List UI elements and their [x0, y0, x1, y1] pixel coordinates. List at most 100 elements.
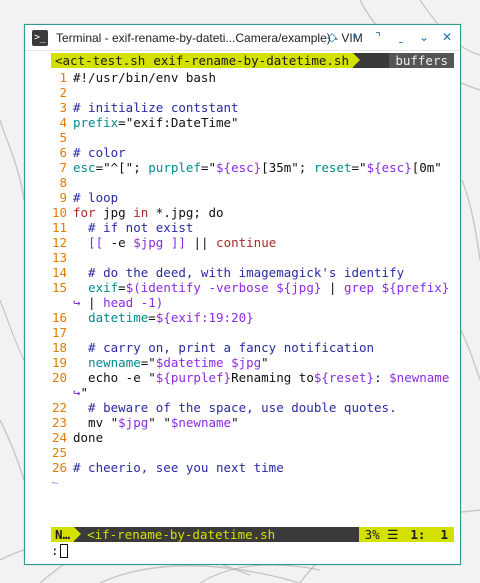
code-line: 22 # beware of the space, use double quo…: [51, 400, 454, 415]
window-controls: ◇ • ⌝ ˍ ⌄ ✕: [325, 30, 454, 44]
code-token: # do the deed, with imagemagick's identi…: [73, 265, 405, 280]
code-token: # loop: [73, 190, 119, 205]
code-token: ="^[";: [95, 160, 149, 175]
line-number: 26: [51, 460, 67, 475]
line-number: 14: [51, 265, 67, 280]
code-token: "exif:DateTime": [125, 115, 239, 130]
title-bar[interactable]: >_ Terminal - exif-rename-by-dateti...Ca…: [25, 25, 460, 51]
line-number: 11: [51, 220, 67, 235]
code-token: " ": [148, 415, 171, 430]
wrapped-code-line: ↪ ": [51, 385, 454, 400]
window-title: Terminal - exif-rename-by-dateti...Camer…: [56, 30, 363, 45]
code-token: $jpg: [118, 415, 149, 430]
code-token: =: [118, 280, 126, 295]
code-token: =: [148, 310, 156, 325]
code-token: |: [321, 280, 344, 295]
code-token: newname: [88, 355, 141, 370]
line-number: 17: [51, 325, 67, 340]
code-text: mv "$jpg" "$newname": [73, 415, 239, 430]
line-number: 9: [59, 190, 67, 205]
statusline-position: 1: 1: [404, 527, 454, 542]
line-number: 10: [51, 205, 67, 220]
code-line: 3 # initialize contstant: [51, 100, 454, 115]
code-line: 11 # if not exist: [51, 220, 454, 235]
mode-indicator: N…: [51, 527, 75, 542]
code-token: =: [118, 115, 126, 130]
dot-icon[interactable]: •: [348, 30, 362, 44]
line-number: 22: [51, 400, 67, 415]
code-token: ||: [185, 235, 217, 250]
code-text: #!/usr/bin/env bash: [73, 70, 216, 85]
line-number: 15: [51, 280, 67, 295]
maximize-icon[interactable]: ⌝: [371, 30, 385, 44]
code-line: 13: [51, 250, 454, 265]
diamond-icon[interactable]: ◇: [325, 30, 339, 44]
line-number: 5: [59, 130, 67, 145]
code-line: 2: [51, 85, 454, 100]
line-number: 2: [59, 85, 67, 100]
code-token: # carry on, print a fancy notification: [73, 340, 375, 355]
tab-act-test[interactable]: <act-test.sh: [51, 53, 150, 68]
line-number: 3: [59, 100, 67, 115]
code-token: ${esc}: [216, 160, 262, 175]
code-line: 14 # do the deed, with imagemagick's ide…: [51, 265, 454, 280]
code-token: [[: [88, 235, 104, 250]
minimize-icon[interactable]: ˍ: [394, 30, 408, 44]
code-text: echo -e "${purplef}Renaming to${reset}: …: [73, 370, 449, 385]
tab-exif-rename[interactable]: exif-rename-by-datetime.sh: [149, 53, 353, 68]
code-text: # initialize contstant: [73, 100, 239, 115]
command-line[interactable]: :: [51, 543, 68, 558]
vim-tabline: <act-test.sh exif-rename-by-datetime.sh …: [51, 53, 454, 68]
wrap-indicator-icon: ↪: [73, 295, 81, 310]
terminal-app-icon: >_: [32, 29, 48, 46]
code-token: $(identify -verbose ${jpg}: [125, 280, 322, 295]
code-token: # cheerio, see you next time: [73, 460, 284, 475]
code-token: mv ": [73, 415, 119, 430]
statusline-percent: 3% ☰: [358, 527, 405, 542]
code-token: done: [73, 430, 104, 445]
code-token: jpg: [95, 205, 134, 220]
code-line: 20 echo -e "${purplef}Renaming to${reset…: [51, 370, 454, 385]
editor-buffer[interactable]: 1 #!/usr/bin/env bash 2 3 # initialize conts…: [51, 70, 454, 506]
wrap-indicator-icon: ↪: [73, 385, 81, 400]
code-token: esc: [73, 160, 96, 175]
line-number: 4: [59, 115, 67, 130]
code-token: :: [374, 370, 390, 385]
code-text: # cheerio, see you next time: [73, 460, 284, 475]
code-token: ": [231, 415, 239, 430]
tab-separator: [352, 53, 360, 67]
code-token: # color: [73, 145, 126, 160]
code-token: |: [80, 295, 104, 310]
code-token: ${reset}: [313, 370, 375, 385]
code-text: # carry on, print a fancy notification: [73, 340, 374, 355]
chevron-down-icon[interactable]: ⌄: [417, 30, 431, 44]
code-line: 18 # carry on, print a fancy notificatio…: [51, 340, 454, 355]
vim-statusline: N… <if-rename-by-datetime.sh 3% ☰ 1: 1: [51, 527, 454, 542]
close-icon[interactable]: ✕: [440, 30, 454, 44]
code-text: datetime=${exif:19:20}: [73, 310, 254, 325]
code-text: for jpg in *.jpg; do: [73, 205, 224, 220]
tilde-marker: ~: [51, 475, 59, 490]
code-line: 17: [51, 325, 454, 340]
code-token: grep ${prefix}: [343, 280, 450, 295]
line-number: [51, 295, 73, 310]
line-number: 20: [51, 370, 67, 385]
code-token: $newname: [389, 370, 450, 385]
statusline-filename: <if-rename-by-datetime.sh: [87, 527, 276, 542]
code-token: $newname: [170, 415, 232, 430]
code-token: =": [140, 355, 156, 370]
code-token: ${exif:19:20}: [155, 310, 254, 325]
code-text: prefix="exif:DateTime": [73, 115, 239, 130]
tabline-fill: [359, 53, 390, 68]
code-text: # loop: [73, 190, 118, 205]
line-number: 18: [51, 340, 67, 355]
code-token: prefix: [73, 115, 119, 130]
code-token: [35m";: [261, 160, 314, 175]
line-number: 25: [51, 445, 67, 460]
code-token: in: [133, 205, 149, 220]
code-token: ${esc}: [366, 160, 412, 175]
code-token: ${purplef}: [155, 370, 232, 385]
code-token: Renaming to: [231, 370, 314, 385]
